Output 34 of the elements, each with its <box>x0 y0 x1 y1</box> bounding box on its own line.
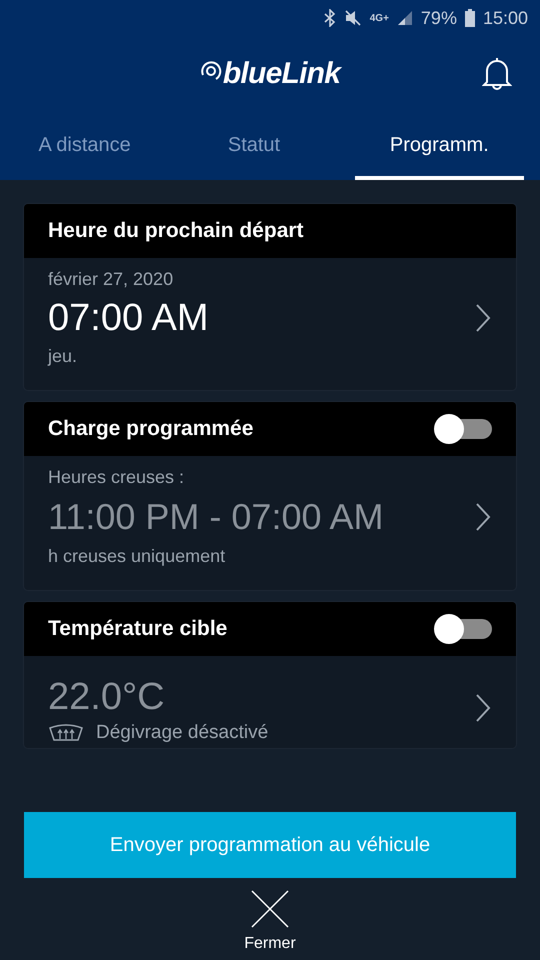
toggle-switch[interactable] <box>434 415 492 443</box>
close-icon <box>251 890 289 928</box>
battery-icon <box>464 9 475 27</box>
chevron-right-icon <box>474 502 492 532</box>
card-title: Température cible <box>48 616 228 642</box>
bluetooth-icon <box>324 9 336 27</box>
chevron-right-icon <box>474 693 492 723</box>
day-text: jeu. <box>48 345 78 368</box>
close-button[interactable]: Fermer <box>244 890 296 956</box>
defrost-icon <box>48 724 84 742</box>
toggle-switch[interactable] <box>434 615 492 643</box>
clock-time: 15:00 <box>482 6 528 30</box>
notification-bell-icon[interactable] <box>482 56 512 90</box>
app-logo: blueLink <box>200 50 340 96</box>
network-label: 4G+ <box>370 12 389 26</box>
chevron-right-icon <box>474 303 492 333</box>
date-text: février 27, 2020 <box>48 268 174 291</box>
defrost-status: Dégivrage désactivé <box>96 722 268 744</box>
card-title: Heure du prochain départ <box>48 218 304 244</box>
tab[interactable]: Programm. <box>354 110 524 180</box>
label-text: Heures creuses : <box>48 466 186 489</box>
tab[interactable]: A distance <box>0 110 170 180</box>
signal-icon <box>396 10 413 26</box>
schedule-card[interactable]: Température cible 22.0°C Dégivrage désactivé <box>24 602 516 748</box>
time-text: 07:00 AM <box>48 296 209 341</box>
mute-icon <box>344 9 362 27</box>
time-range: 11:00 PM - 07:00 AM <box>48 495 384 539</box>
tab[interactable]: Statut <box>169 110 339 180</box>
note-text: h creuses uniquement <box>48 545 226 568</box>
battery-percentage: 79% <box>420 6 457 30</box>
schedule-card[interactable]: Charge programmée Heures creuses : 11:00 PM - 07:00 AM h creuses uniquement <box>24 402 516 590</box>
schedule-card[interactable]: Heure du prochain départ février 27, 2020 07:00 AM jeu. <box>24 204 516 390</box>
temperature-text: 22.0°C <box>48 675 166 720</box>
card-title: Charge programmée <box>48 416 254 442</box>
